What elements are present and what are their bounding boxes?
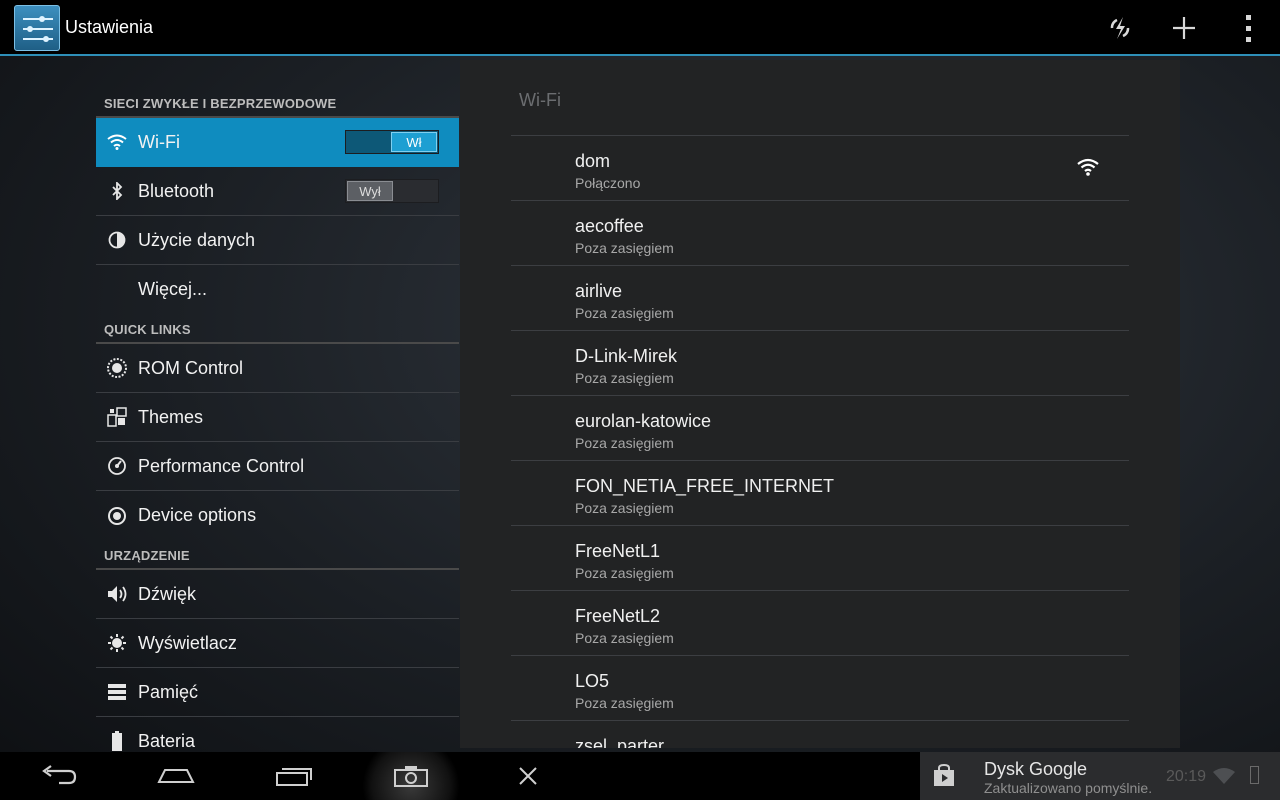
- sidebar-item-storage[interactable]: Pamięć: [96, 668, 459, 717]
- notification-title: Dysk Google: [984, 759, 1088, 779]
- home-icon[interactable]: [154, 752, 198, 800]
- panel-title: Wi-Fi: [519, 90, 561, 110]
- sidebar-item-data-usage[interactable]: Użycie danych: [96, 216, 459, 265]
- sidebar-item-rom-control[interactable]: ROM Control: [96, 344, 459, 393]
- section-header-device: URZĄDZENIE: [96, 540, 459, 570]
- network-item[interactable]: zsel_parter: [511, 721, 1129, 748]
- sidebar-item-battery[interactable]: Bateria: [96, 717, 459, 752]
- network-item[interactable]: eurolan-katowice Poza zasięgiem: [511, 396, 1129, 461]
- bluetooth-icon: [96, 182, 138, 200]
- sidebar-item-label: Wyświetlacz: [138, 632, 237, 653]
- sidebar-item-bluetooth[interactable]: Bluetooth Wył: [96, 167, 459, 216]
- section-header-networks: SIECI ZWYKŁE I BEZPRZEWODOWE: [96, 88, 459, 118]
- network-name: eurolan-katowice: [575, 411, 712, 431]
- sidebar-item-label: Więcej...: [138, 279, 208, 299]
- sidebar-item-label: Użycie danych: [138, 229, 256, 250]
- wifi-signal-icon: [1077, 158, 1099, 181]
- network-item[interactable]: LO5 Poza zasięgiem: [511, 656, 1129, 721]
- network-status: Poza zasięgiem: [575, 565, 674, 581]
- network-item[interactable]: dom Połączono: [511, 136, 1129, 201]
- network-status: Poza zasięgiem: [575, 630, 674, 646]
- settings-app-icon[interactable]: [14, 5, 60, 51]
- themes-icon: [96, 407, 138, 427]
- sidebar-item-wifi[interactable]: Wi-Fi Wł: [96, 118, 459, 167]
- status-battery-icon: [1250, 766, 1259, 784]
- network-name: FreeNetL1: [575, 541, 661, 561]
- network-status: Poza zasięgiem: [575, 500, 674, 516]
- camera-icon[interactable]: [356, 752, 466, 800]
- settings-list: SIECI ZWYKŁE I BEZPRZEWODOWE Wi-Fi Wł Bl…: [96, 88, 459, 752]
- network-name: aecoffee: [575, 216, 644, 236]
- close-icon[interactable]: [512, 752, 544, 800]
- network-item[interactable]: FreeNetL1 Poza zasięgiem: [511, 526, 1129, 591]
- device-options-icon: [96, 506, 138, 526]
- recent-apps-icon[interactable]: [272, 752, 316, 800]
- network-status: Poza zasięgiem: [575, 435, 674, 451]
- network-item[interactable]: FreeNetL2 Poza zasięgiem: [511, 591, 1129, 656]
- sidebar-item-performance-control[interactable]: Performance Control: [96, 442, 459, 491]
- sidebar-item-label: Device options: [138, 505, 257, 525]
- sidebar-item-label: Dźwięk: [138, 583, 197, 604]
- sidebar-item-label: ROM Control: [138, 357, 244, 378]
- network-status: Poza zasięgiem: [575, 240, 674, 256]
- bluetooth-toggle[interactable]: Wył: [345, 179, 439, 203]
- network-list: dom Połączono aecoffee Poza zasięgiem ai…: [511, 135, 1129, 748]
- wifi-toggle[interactable]: Wł: [345, 130, 439, 154]
- network-item[interactable]: D-Link-Mirek Poza zasięgiem: [511, 331, 1129, 396]
- sidebar-item-label: Bluetooth: [138, 180, 215, 201]
- network-status: Poza zasięgiem: [575, 370, 674, 386]
- network-item[interactable]: FON_NETIA_FREE_INTERNET Poza zasięgiem: [511, 461, 1129, 526]
- network-name: airlive: [575, 281, 623, 301]
- notification-area[interactable]: Dysk Google Zaktualizowano pomyślnie. 20…: [920, 752, 1280, 800]
- refresh-icon[interactable]: [1102, 10, 1138, 46]
- sidebar-item-display[interactable]: Wyświetlacz: [96, 619, 459, 668]
- sidebar-item-themes[interactable]: Themes: [96, 393, 459, 442]
- network-status: Połączono: [575, 175, 641, 191]
- status-wifi-icon: [1212, 768, 1236, 789]
- sidebar-item-more[interactable]: Więcej...: [96, 265, 459, 314]
- wifi-panel: Wi-Fi dom Połączono aecoffee Poza zasięg…: [460, 60, 1180, 748]
- toggle-label: Wł: [391, 132, 437, 152]
- page-title: Ustawienia: [65, 17, 154, 37]
- shopping-bag-icon: [932, 763, 956, 788]
- network-name: FreeNetL2: [575, 606, 661, 626]
- performance-icon: [96, 456, 138, 476]
- data-usage-icon: [96, 231, 138, 249]
- network-item[interactable]: airlive Poza zasięgiem: [511, 266, 1129, 331]
- sidebar-item-label: Bateria: [138, 730, 196, 751]
- battery-icon: [96, 731, 138, 751]
- back-icon[interactable]: [36, 752, 82, 800]
- add-network-button[interactable]: [1166, 10, 1202, 46]
- sidebar-item-sound[interactable]: Dźwięk: [96, 570, 459, 619]
- section-header-quick-links: QUICK LINKS: [96, 314, 459, 344]
- storage-icon: [96, 684, 138, 700]
- overflow-menu-icon[interactable]: [1230, 10, 1266, 46]
- network-name: dom: [575, 151, 611, 171]
- sidebar-item-label: Themes: [138, 406, 204, 427]
- network-name: LO5: [575, 671, 610, 691]
- sound-icon: [96, 584, 138, 604]
- sidebar-item-device-options[interactable]: Device options: [96, 491, 459, 540]
- network-name: D-Link-Mirek: [575, 346, 678, 366]
- network-status: Poza zasięgiem: [575, 695, 674, 711]
- clock: 20:19: [1166, 768, 1207, 785]
- sidebar-item-label: Pamięć: [138, 681, 199, 702]
- action-bar: Ustawienia: [0, 0, 1280, 56]
- toggle-label: Wył: [347, 181, 393, 201]
- network-name: FON_NETIA_FREE_INTERNET: [575, 476, 835, 496]
- network-item[interactable]: aecoffee Poza zasięgiem: [511, 201, 1129, 266]
- network-status: Poza zasięgiem: [575, 305, 674, 321]
- wifi-icon: [96, 134, 138, 150]
- sidebar-item-label: Wi-Fi: [138, 131, 180, 152]
- notification-subtitle: Zaktualizowano pomyślnie.: [984, 780, 1153, 796]
- rom-control-icon: [96, 357, 138, 379]
- display-icon: [96, 633, 138, 653]
- network-name: zsel_parter: [575, 736, 665, 748]
- sidebar-item-label: Performance Control: [138, 455, 305, 476]
